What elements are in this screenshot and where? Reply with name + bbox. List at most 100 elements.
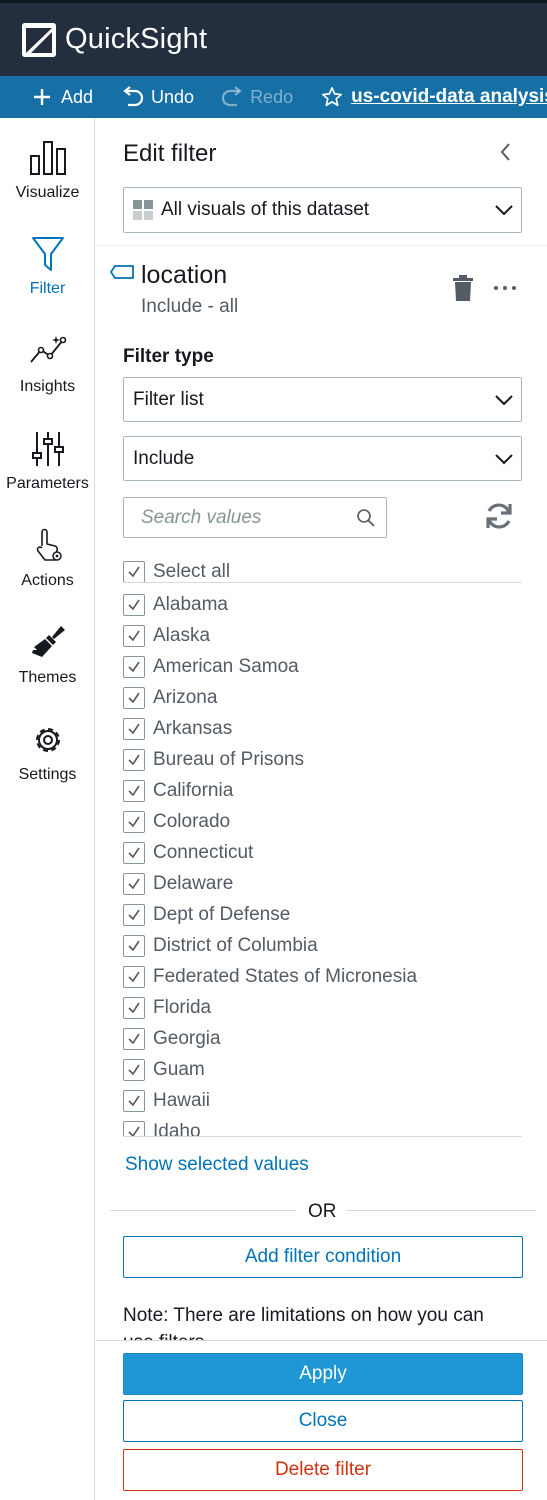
trash-icon[interactable] <box>452 275 474 301</box>
redo-button[interactable]: Redo <box>220 76 293 118</box>
collapse-panel-icon[interactable] <box>494 140 518 164</box>
filter-scope-value: All visuals of this dataset <box>161 199 370 220</box>
list-item[interactable]: District of Columbia <box>123 930 523 961</box>
select-all-divider <box>123 582 522 583</box>
checkbox-checked[interactable] <box>123 996 145 1019</box>
list-item[interactable]: American Samoa <box>123 651 523 682</box>
list-item-label: Arizona <box>153 686 218 708</box>
list-item[interactable]: Federated States of Micronesia <box>123 961 523 992</box>
edit-filter-panel: Edit filter All visuals of this dataset … <box>96 118 547 1500</box>
analysis-title-link[interactable]: us-covid-data analysis <box>351 76 547 118</box>
nav-filter[interactable]: Filter <box>0 234 95 324</box>
show-selected-values-link[interactable]: Show selected values <box>125 1154 309 1176</box>
filter-type-value: Filter list <box>133 388 204 410</box>
search-icon <box>357 509 375 527</box>
visuals-grid-icon <box>133 200 153 220</box>
checkbox-checked[interactable] <box>123 872 145 895</box>
filter-field-name: location <box>141 261 228 289</box>
list-item[interactable]: Alabama <box>123 589 523 620</box>
list-item[interactable]: Florida <box>123 992 523 1023</box>
undo-label: Undo <box>151 86 195 107</box>
list-item[interactable]: Alaska <box>123 620 523 651</box>
nav-visualize[interactable]: Visualize <box>0 138 95 228</box>
checkbox-checked[interactable] <box>123 686 145 709</box>
list-item-label: Delaware <box>153 872 234 894</box>
checkbox-checked[interactable] <box>123 593 145 616</box>
list-item[interactable]: Arizona <box>123 682 523 713</box>
list-item[interactable]: Delaware <box>123 868 523 899</box>
list-item[interactable]: Bureau of Prisons <box>123 744 523 775</box>
list-item-label: Colorado <box>153 810 231 832</box>
checkbox-checked[interactable] <box>123 748 145 771</box>
search-values-input[interactable]: Search values <box>123 497 387 538</box>
limitations-note: Note: There are limitations on how you c… <box>123 1305 484 1341</box>
nav-settings[interactable]: Settings <box>0 720 95 810</box>
list-item[interactable]: Arkansas <box>123 713 523 744</box>
checkbox-checked[interactable] <box>123 1027 145 1050</box>
list-item[interactable]: Guam <box>123 1054 523 1085</box>
or-divider-right <box>346 1210 536 1211</box>
nav-insights[interactable]: Insights <box>0 332 95 422</box>
list-item-label: Idaho <box>153 1120 201 1138</box>
app-name: QuickSight <box>65 23 208 55</box>
plus-icon <box>34 89 50 105</box>
checkbox-checked[interactable] <box>123 1058 145 1081</box>
app-header: QuickSight <box>0 0 547 76</box>
chevron-down-icon <box>495 394 513 405</box>
list-item[interactable]: Colorado <box>123 806 523 837</box>
checkbox-checked[interactable] <box>123 903 145 926</box>
list-item-label: California <box>153 779 234 801</box>
close-button[interactable]: Close <box>123 1400 523 1442</box>
list-item-label: American Samoa <box>153 655 299 677</box>
nav-label: Actions <box>21 572 74 589</box>
insights-icon <box>29 336 66 363</box>
or-divider-left <box>110 1210 296 1211</box>
checkbox-checked[interactable] <box>123 810 145 833</box>
select-all-label: Select all <box>153 560 231 582</box>
undo-button[interactable]: Undo <box>121 76 194 118</box>
filter-scope-select[interactable]: All visuals of this dataset <box>123 187 522 233</box>
checkbox-checked[interactable] <box>123 1120 145 1137</box>
list-item[interactable]: Georgia <box>123 1023 523 1054</box>
panel-title: Edit filter <box>123 140 217 167</box>
left-navigation: Visualize Filter Insights Parameters Act… <box>0 118 95 1500</box>
list-item-label: Florida <box>153 996 212 1018</box>
nav-themes[interactable]: Themes <box>0 623 95 713</box>
list-item-label: Federated States of Micronesia <box>153 965 418 987</box>
refresh-icon[interactable] <box>483 500 515 532</box>
panel-divider <box>96 245 547 246</box>
list-item-label: Hawaii <box>153 1089 211 1111</box>
nav-parameters[interactable]: Parameters <box>0 429 95 519</box>
apply-button[interactable]: Apply <box>123 1353 523 1395</box>
favorite-button[interactable] <box>321 76 343 118</box>
nav-label: Themes <box>18 669 77 686</box>
checkbox-checked[interactable] <box>123 934 145 957</box>
dimension-tag-icon <box>110 265 134 279</box>
checkbox-checked[interactable] <box>123 841 145 864</box>
checkbox-checked[interactable] <box>123 624 145 647</box>
list-item[interactable]: Dept of Defense <box>123 899 523 930</box>
checkbox-checked[interactable] <box>123 717 145 740</box>
list-item[interactable]: Connecticut <box>123 837 523 868</box>
analysis-toolbar: Add Undo Redo us-covid-data analysis <box>0 76 547 118</box>
more-options-icon[interactable] <box>492 280 518 296</box>
nav-actions[interactable]: Actions <box>0 526 95 616</box>
checkbox-checked[interactable] <box>123 965 145 988</box>
add-button[interactable]: Add <box>33 76 93 118</box>
checkbox-checked[interactable] <box>123 1089 145 1112</box>
include-mode-select[interactable]: Include <box>123 436 522 481</box>
nav-label: Parameters <box>6 475 89 492</box>
add-filter-condition-button[interactable]: Add filter condition <box>123 1236 523 1278</box>
checkbox-checked[interactable] <box>123 655 145 678</box>
list-item[interactable]: California <box>123 775 523 806</box>
checkbox-checked[interactable] <box>123 779 145 802</box>
list-item-label: Connecticut <box>153 841 254 863</box>
sliders-icon <box>31 432 64 466</box>
delete-filter-button[interactable]: Delete filter <box>123 1449 523 1491</box>
list-item-label: Alabama <box>153 593 228 615</box>
list-item[interactable]: Hawaii <box>123 1085 523 1116</box>
filter-type-select[interactable]: Filter list <box>123 377 522 422</box>
checkbox-checked[interactable] <box>123 560 145 583</box>
list-item[interactable]: Idaho <box>123 1116 523 1137</box>
or-separator: OR <box>308 1201 337 1222</box>
